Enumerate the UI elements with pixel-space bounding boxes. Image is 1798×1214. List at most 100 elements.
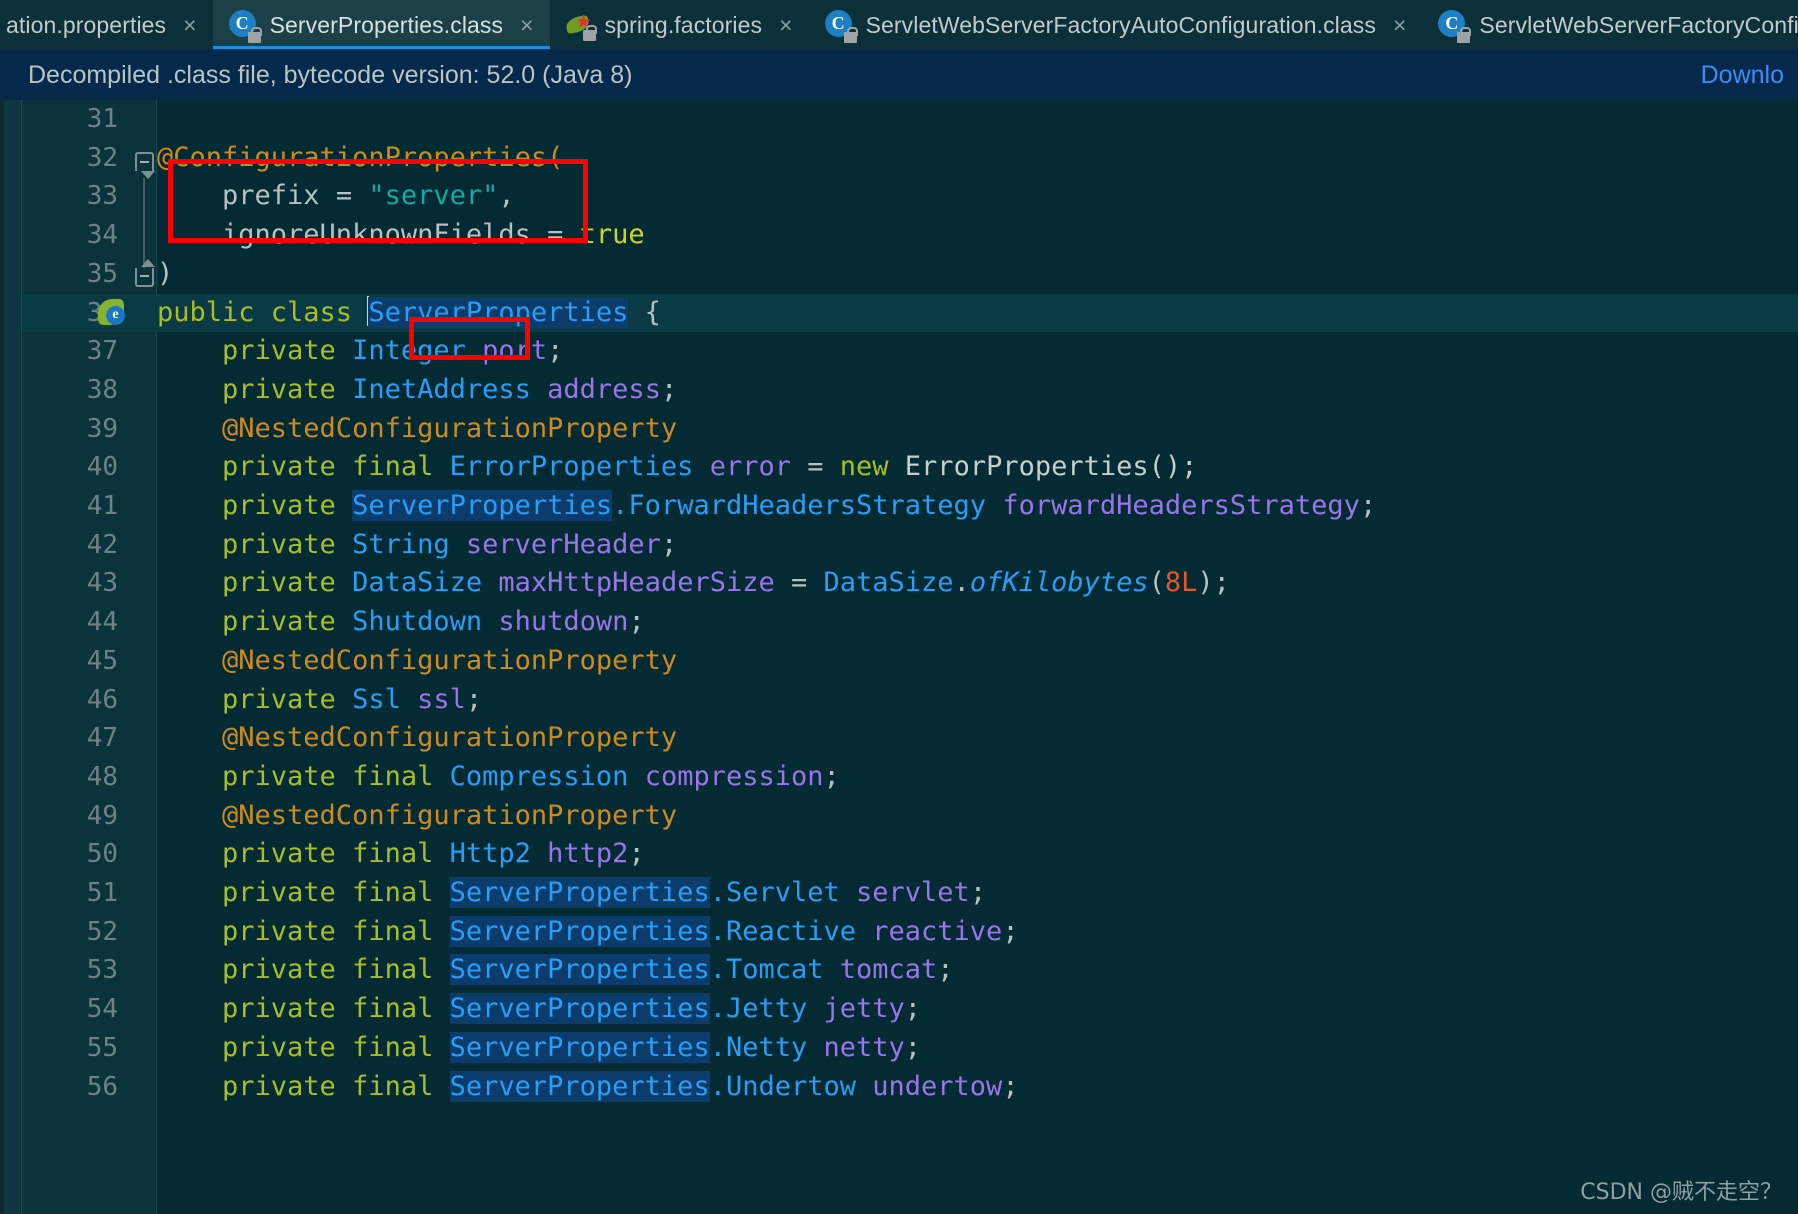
code-text: @NestedConfigurationProperty: [157, 799, 678, 831]
close-icon[interactable]: ×: [1393, 13, 1406, 37]
code-line[interactable]: 45 @NestedConfigurationProperty: [22, 642, 1798, 681]
code-text: private final ServerProperties.Jetty jet…: [157, 993, 922, 1025]
line-number: 55: [86, 1032, 118, 1063]
code-line[interactable]: 36epublic class ServerProperties {: [22, 293, 1798, 333]
tab-label: spring.factories: [604, 11, 763, 38]
line-number: 48: [86, 761, 118, 792]
code-line[interactable]: 48 private final Compression compression…: [22, 758, 1798, 797]
code-line[interactable]: 50 private final Http2 http2;: [22, 835, 1798, 874]
code-line[interactable]: 54 private final ServerProperties.Jetty …: [22, 990, 1798, 1029]
code-line[interactable]: 49 @NestedConfigurationProperty: [22, 797, 1798, 836]
code-text: private final ServerProperties.Servlet s…: [157, 877, 987, 908]
line-number: 54: [86, 994, 118, 1025]
code-editor[interactable]: 31 32 @ConfigurationProperties( 33 prefix =…: [22, 100, 1798, 1214]
line-number: 50: [86, 839, 118, 870]
tab-label: ServerProperties.class: [269, 11, 504, 38]
code-text: @NestedConfigurationProperty: [157, 644, 678, 676]
java-class-file-icon: C: [228, 10, 262, 43]
code-line[interactable]: 53 private final ServerProperties.Tomcat…: [22, 951, 1798, 990]
code-text: private final ServerProperties.Undertow …: [157, 1070, 1019, 1102]
fold-marker-open[interactable]: [135, 152, 155, 179]
line-number: 34: [86, 220, 118, 251]
code-text: private final ServerProperties.Netty net…: [157, 1031, 922, 1063]
code-line[interactable]: 44 private Shutdown shutdown;: [22, 603, 1798, 642]
code-line[interactable]: 35): [22, 255, 1798, 294]
code-line[interactable]: 38 private InetAddress address;: [22, 371, 1798, 410]
spring-factories-icon: [564, 12, 597, 41]
line-number: 45: [86, 645, 118, 676]
line-number: 43: [86, 568, 118, 599]
line-number: 38: [86, 374, 118, 405]
code-line[interactable]: 46 private Ssl ssl;: [22, 681, 1798, 720]
code-line[interactable]: 52 private final ServerProperties.Reacti…: [22, 913, 1798, 952]
line-number: 56: [86, 1071, 118, 1102]
line-number: 41: [86, 491, 118, 521]
decompiled-notice-bar: Decompiled .class file, bytecode version…: [0, 50, 1798, 100]
code-text: @NestedConfigurationProperty: [157, 412, 678, 444]
tab-label: ation.properties: [6, 11, 167, 38]
code-line[interactable]: 47 @NestedConfigurationProperty: [22, 719, 1798, 758]
line-number: 49: [86, 800, 118, 831]
close-icon[interactable]: ×: [779, 13, 792, 37]
code-text: private final ErrorProperties error = ne…: [157, 451, 1198, 483]
code-text: public class ServerProperties {: [157, 295, 661, 328]
tab-servletwebserverfactoryconfiguration-class[interactable]: C ServletWebServerFactoryConfigu: [1422, 0, 1798, 49]
tab-serverproperties-class[interactable]: C ServerProperties.class ×: [212, 0, 550, 49]
code-line[interactable]: 55 private final ServerProperties.Netty …: [22, 1029, 1798, 1068]
code-line[interactable]: 34 ignoreUnknownFields = true: [22, 216, 1798, 255]
code-text: private Ssl ssl;: [157, 683, 483, 715]
code-line[interactable]: 37 private Integer port;: [22, 332, 1798, 371]
code-text: private String serverHeader;: [157, 528, 678, 560]
code-text: private Shutdown shutdown;: [157, 606, 645, 638]
tab-servletwebserverfactoryautoconfiguration-class[interactable]: C ServletWebServerFactoryAutoConfigurati…: [809, 0, 1423, 49]
code-line[interactable]: 33 prefix = "server",: [22, 177, 1798, 216]
line-number: 39: [86, 413, 118, 444]
editor-left-edge: [0, 100, 4, 1214]
line-number: 51: [86, 878, 118, 908]
line-number: 53: [86, 955, 118, 986]
close-icon[interactable]: ×: [183, 13, 196, 37]
line-number: 31: [86, 104, 118, 134]
close-icon[interactable]: ×: [520, 13, 533, 37]
code-text: private DataSize maxHttpHeaderSize = Dat…: [157, 567, 1230, 599]
code-line[interactable]: 56 private final ServerProperties.Undert…: [22, 1068, 1798, 1107]
watermark: CSDN @贼不走空？: [1580, 1180, 1782, 1205]
editor-tab-bar: ation.properties × C ServerProperties.cl…: [0, 0, 1798, 50]
line-number: 33: [86, 181, 118, 212]
code-text: @ConfigurationProperties(: [157, 141, 564, 173]
tab-application-properties[interactable]: ation.properties ×: [0, 0, 213, 49]
code-text: private final Compression compression;: [157, 760, 840, 792]
tab-label: ServletWebServerFactoryConfigu: [1479, 11, 1798, 38]
download-sources-link[interactable]: Downlo: [1701, 61, 1784, 90]
line-number: 47: [86, 723, 118, 754]
code-text: private final Http2 http2;: [157, 838, 645, 870]
code-line[interactable]: 42 private String serverHeader;: [22, 526, 1798, 565]
line-number: 35: [86, 258, 118, 289]
code-line[interactable]: 32 @ConfigurationProperties(: [22, 139, 1798, 178]
fold-marker-close[interactable]: [135, 259, 155, 287]
code-line[interactable]: 39 @NestedConfigurationProperty: [22, 410, 1798, 449]
line-number: 46: [86, 684, 118, 715]
code-line[interactable]: 51 private final ServerProperties.Servle…: [22, 874, 1798, 913]
tab-label: ServletWebServerFactoryAutoConfiguration…: [865, 11, 1376, 38]
line-number: 37: [86, 336, 118, 367]
line-number: 44: [86, 607, 118, 638]
code-line[interactable]: 40 private final ErrorProperties error =…: [22, 448, 1798, 487]
code-text: prefix = "server",: [157, 180, 515, 212]
line-number: 40: [86, 452, 118, 483]
code-text: private Integer port;: [157, 335, 564, 367]
line-number: 52: [86, 916, 118, 947]
code-text: private final ServerProperties.Tomcat to…: [157, 954, 954, 986]
code-line[interactable]: 41 private ServerProperties.ForwardHeade…: [22, 487, 1798, 526]
spring-bean-icon[interactable]: e: [98, 298, 128, 329]
code-text: private ServerProperties.ForwardHeadersS…: [157, 490, 1377, 521]
java-class-file-icon: C: [1438, 10, 1472, 43]
line-number: 32: [86, 142, 118, 173]
ide-window: ation.properties × C ServerProperties.cl…: [0, 0, 1798, 1214]
tab-spring-factories[interactable]: spring.factories ×: [550, 0, 809, 49]
code-line[interactable]: 43 private DataSize maxHttpHeaderSize = …: [22, 564, 1798, 603]
code-text: ignoreUnknownFields = true: [157, 219, 645, 251]
code-line[interactable]: 31: [22, 100, 1798, 139]
decompiled-notice-text: Decompiled .class file, bytecode version…: [28, 60, 633, 89]
code-text: private final ServerProperties.Reactive …: [157, 915, 1019, 947]
